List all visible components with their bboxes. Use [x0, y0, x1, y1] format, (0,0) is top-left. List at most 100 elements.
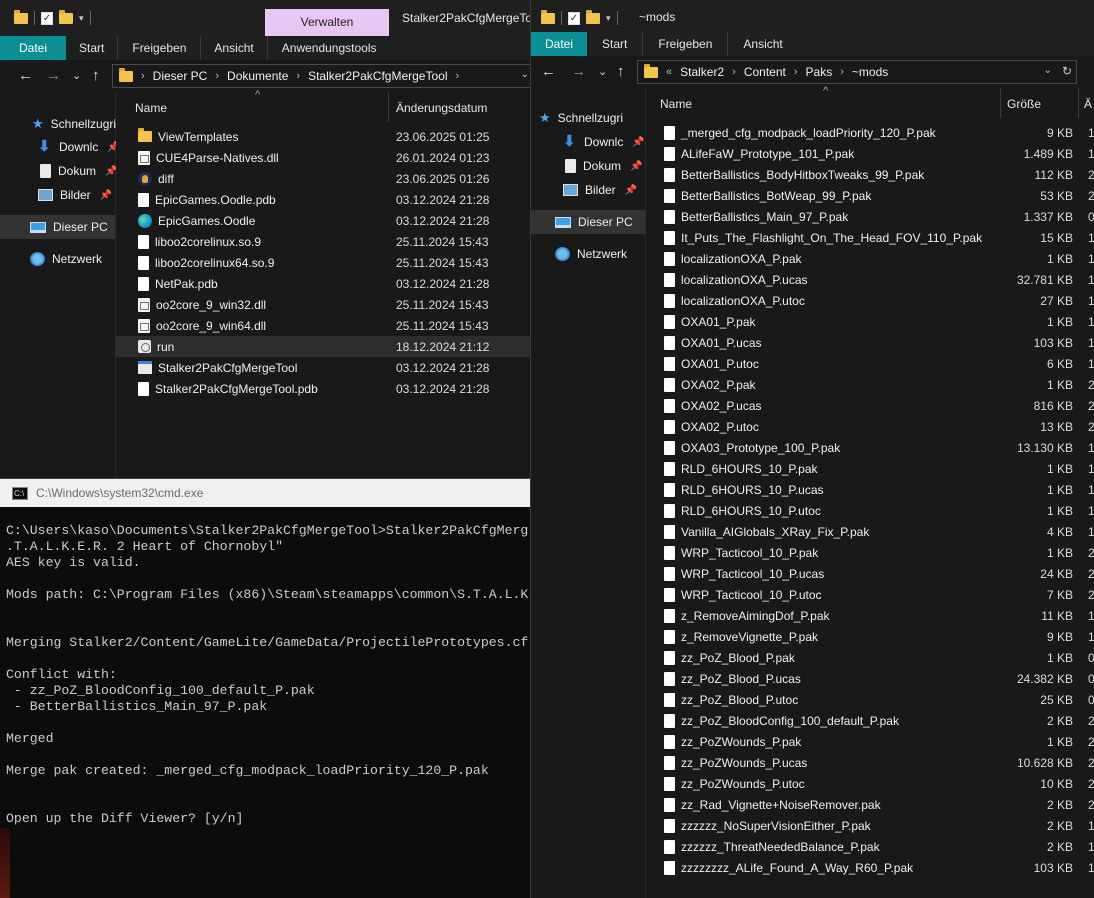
- file-row[interactable]: WRP_Tacticool_10_P.utoc 7 KB 2: [646, 584, 1094, 605]
- back-arrow-icon[interactable]: ←: [18, 67, 33, 84]
- column-size[interactable]: Größe: [1007, 97, 1041, 111]
- file-row[interactable]: _merged_cfg_modpack_loadPriority_120_P.p…: [646, 122, 1094, 143]
- file-row[interactable]: OXA02_P.pak 1 KB 2: [646, 374, 1094, 395]
- file-row[interactable]: zz_PoZ_Blood_P.ucas 24.382 KB 0: [646, 668, 1094, 689]
- column-divider[interactable]: [388, 92, 389, 122]
- tab-share[interactable]: Freigeben: [643, 32, 729, 56]
- file-row[interactable]: liboo2corelinux.so.9 25.11.2024 15:43: [116, 231, 530, 252]
- file-row[interactable]: oo2core_9_win32.dll 25.11.2024 15:43: [116, 294, 530, 315]
- file-row[interactable]: WRP_Tacticool_10_P.pak 1 KB 2: [646, 542, 1094, 563]
- tab-file[interactable]: Datei: [0, 36, 67, 60]
- breadcrumb-overflow-icon[interactable]: «: [666, 66, 672, 78]
- address-dropdown-icon[interactable]: ⌄: [521, 69, 529, 80]
- tab-view[interactable]: Ansicht: [728, 32, 797, 56]
- file-row[interactable]: It_Puts_The_Flashlight_On_The_Head_FOV_1…: [646, 227, 1094, 248]
- console-output[interactable]: C:\Users\kaso\Documents\Stalker2PakCfgMe…: [6, 523, 530, 827]
- file-row[interactable]: localizationOXA_P.utoc 27 KB 1: [646, 290, 1094, 311]
- breadcrumb-content[interactable]: Content: [744, 65, 786, 79]
- nav-network[interactable]: Netzwerk: [0, 247, 115, 271]
- breadcrumb-mods[interactable]: ~mods: [852, 65, 888, 79]
- file-row[interactable]: NetPak.pdb 03.12.2024 21:28: [116, 273, 530, 294]
- file-row[interactable]: zz_PoZWounds_P.ucas 10.628 KB 2: [646, 752, 1094, 773]
- forward-arrow-icon[interactable]: →: [571, 63, 586, 80]
- pin-icon[interactable]: 📌: [630, 161, 642, 172]
- context-tab-manage[interactable]: Verwalten: [265, 9, 389, 36]
- breadcrumb-documents[interactable]: Dokumente: [227, 69, 288, 83]
- nav-downloads[interactable]: ⬇ Downlc 📌: [0, 135, 120, 159]
- file-row[interactable]: zzzzzz_NoSuperVisionEither_P.pak 2 KB 1: [646, 815, 1094, 836]
- file-row[interactable]: RLD_6HOURS_10_P.utoc 1 KB 1: [646, 500, 1094, 521]
- nav-pictures[interactable]: Bilder 📌: [0, 183, 115, 207]
- customize-qa-dropdown[interactable]: ▾: [79, 13, 84, 24]
- file-row[interactable]: zz_Rad_Vignette+NoiseRemover.pak 2 KB 2: [646, 794, 1094, 815]
- column-name[interactable]: Name: [660, 97, 692, 111]
- new-folder-icon[interactable]: [586, 9, 600, 24]
- file-row[interactable]: zz_PoZ_Blood_P.utoc 25 KB 0: [646, 689, 1094, 710]
- column-date-truncated[interactable]: Ä: [1084, 97, 1092, 111]
- breadcrumb-stalker2[interactable]: Stalker2: [680, 65, 724, 79]
- file-row[interactable]: WRP_Tacticool_10_P.ucas 24 KB 2: [646, 563, 1094, 584]
- nav-this-pc[interactable]: Dieser PC: [0, 215, 115, 239]
- properties-icon[interactable]: ✓: [41, 11, 53, 25]
- file-row[interactable]: zz_PoZWounds_P.pak 1 KB 2: [646, 731, 1094, 752]
- file-row[interactable]: OXA01_P.pak 1 KB 1: [646, 311, 1094, 332]
- up-arrow-icon[interactable]: ↑: [617, 63, 625, 80]
- column-divider[interactable]: [1000, 88, 1001, 118]
- column-date-modified[interactable]: Änderungsdatum: [396, 101, 487, 115]
- breadcrumb-paks[interactable]: Paks: [806, 65, 833, 79]
- file-row[interactable]: z_RemoveVignette_P.pak 9 KB 1: [646, 626, 1094, 647]
- folder-icon[interactable]: [14, 9, 28, 24]
- file-row[interactable]: OXA02_P.ucas 816 KB 2: [646, 395, 1094, 416]
- pin-icon[interactable]: 📌: [100, 190, 112, 201]
- file-row[interactable]: zz_PoZWounds_P.utoc 10 KB 2: [646, 773, 1094, 794]
- breadcrumb-this-pc[interactable]: Dieser PC: [153, 69, 208, 83]
- address-dropdown-icon[interactable]: ⌄: [1044, 65, 1052, 76]
- column-divider[interactable]: [1078, 88, 1079, 118]
- file-row[interactable]: OXA01_P.ucas 103 KB 1: [646, 332, 1094, 353]
- file-row[interactable]: Vanilla_AIGlobals_XRay_Fix_P.pak 4 KB 1: [646, 521, 1094, 542]
- file-row[interactable]: RLD_6HOURS_10_P.pak 1 KB 1: [646, 458, 1094, 479]
- tab-file[interactable]: Datei: [531, 32, 588, 56]
- file-row[interactable]: Stalker2PakCfgMergeTool 03.12.2024 21:28: [116, 357, 530, 378]
- file-row[interactable]: EpicGames.Oodle 03.12.2024 21:28: [116, 210, 530, 231]
- nav-pictures[interactable]: Bilder 📌: [531, 178, 645, 202]
- file-row[interactable]: CUE4Parse-Natives.dll 26.01.2024 01:23: [116, 147, 530, 168]
- recent-locations-icon[interactable]: ⌄: [598, 65, 607, 78]
- folder-icon[interactable]: [541, 9, 555, 24]
- nav-documents[interactable]: Dokum 📌: [0, 159, 117, 183]
- file-row[interactable]: liboo2corelinux64.so.9 25.11.2024 15:43: [116, 252, 530, 273]
- file-row[interactable]: zz_PoZ_BloodConfig_100_default_P.pak 2 KB…: [646, 710, 1094, 731]
- up-arrow-icon[interactable]: ↑: [92, 67, 100, 84]
- column-name[interactable]: Name: [135, 101, 167, 115]
- address-bar[interactable]: « Stalker2 › Content › Paks › ~mods ⌄ ↻: [637, 60, 1077, 84]
- forward-arrow-icon[interactable]: →: [46, 67, 61, 84]
- nav-network[interactable]: Netzwerk: [531, 242, 645, 266]
- nav-quick-access[interactable]: ★ Schnellzugri: [531, 106, 645, 130]
- file-row[interactable]: OXA02_P.utoc 13 KB 2: [646, 416, 1094, 437]
- tab-share[interactable]: Freigeben: [118, 36, 202, 60]
- file-row[interactable]: localizationOXA_P.pak 1 KB 1: [646, 248, 1094, 269]
- customize-qa-dropdown[interactable]: ▾: [606, 13, 611, 24]
- pin-icon[interactable]: 📌: [625, 185, 637, 196]
- properties-icon[interactable]: ✓: [568, 11, 580, 25]
- nav-quick-access[interactable]: ★ Schnellzugri: [0, 112, 116, 136]
- tab-start[interactable]: Start: [587, 32, 644, 56]
- back-arrow-icon[interactable]: ←: [541, 63, 556, 80]
- recent-locations-icon[interactable]: ⌄: [72, 69, 81, 82]
- file-row[interactable]: zzzzzzzz_ALife_Found_A_Way_R60_P.pak 103 …: [646, 857, 1094, 878]
- nav-downloads[interactable]: ⬇ Downlc 📌: [531, 130, 645, 154]
- tab-view[interactable]: Ansicht: [201, 36, 268, 60]
- nav-documents[interactable]: Dokum 📌: [531, 154, 645, 178]
- tab-start[interactable]: Start: [66, 36, 119, 60]
- file-row[interactable]: BetterBallistics_BotWeap_99_P.pak 53 KB 2: [646, 185, 1094, 206]
- tab-application-tools[interactable]: Anwendungstools: [268, 36, 391, 60]
- file-row[interactable]: localizationOXA_P.ucas 32.781 KB 1: [646, 269, 1094, 290]
- new-folder-icon[interactable]: [59, 9, 73, 24]
- nav-this-pc[interactable]: Dieser PC: [531, 210, 645, 234]
- file-row[interactable]: BetterBallistics_BodyHitboxTweaks_99_P.p…: [646, 164, 1094, 185]
- file-row[interactable]: EpicGames.Oodle.pdb 03.12.2024 21:28: [116, 189, 530, 210]
- file-row[interactable]: Stalker2PakCfgMergeTool.pdb 03.12.2024 21…: [116, 378, 530, 399]
- refresh-icon[interactable]: ↻: [1062, 64, 1072, 78]
- file-row[interactable]: OXA01_P.utoc 6 KB 1: [646, 353, 1094, 374]
- file-row[interactable]: zzzzzz_ThreatNeededBalance_P.pak 2 KB 1: [646, 836, 1094, 857]
